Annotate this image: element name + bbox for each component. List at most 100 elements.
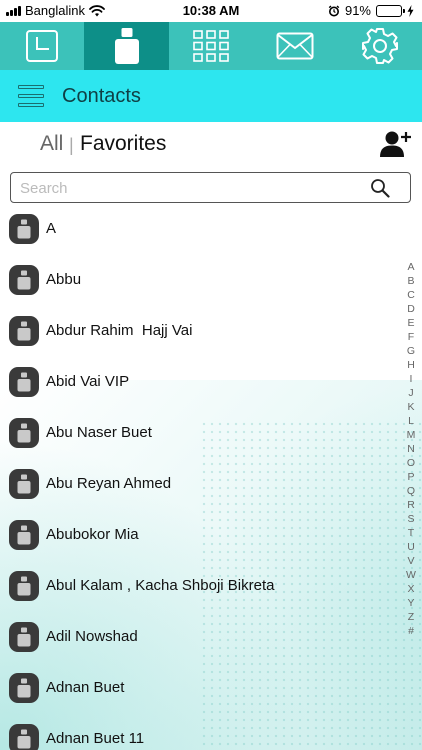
- avatar: [9, 723, 39, 750]
- contact-avatar-icon: [17, 627, 31, 646]
- contact-name: Abu Naser Buet: [46, 424, 152, 441]
- filter-favorites[interactable]: Favorites: [80, 132, 166, 156]
- contact-row[interactable]: Adnan Buet 11: [0, 713, 405, 750]
- alphabet-letter[interactable]: N: [407, 442, 415, 456]
- contact-row[interactable]: Abid Vai VIP: [0, 356, 405, 407]
- charging-icon: [407, 4, 414, 17]
- alphabet-letter[interactable]: S: [407, 512, 414, 526]
- search-input[interactable]: [20, 177, 360, 199]
- contact-row[interactable]: Abbu: [0, 254, 405, 305]
- battery-icon: [376, 4, 405, 17]
- envelope-icon: [276, 32, 314, 60]
- add-contact-icon[interactable]: [380, 130, 412, 158]
- contact-avatar-icon: [17, 219, 31, 238]
- contact-name: Abul Kalam , Kacha Shboji Bikreta: [46, 577, 275, 594]
- contact-row[interactable]: Adnan Buet: [0, 662, 405, 713]
- alphabet-letter[interactable]: Y: [407, 596, 414, 610]
- battery-percent: 91%: [344, 3, 371, 18]
- contact-name: Abu Reyan Ahmed: [46, 475, 172, 492]
- filter-row: All | Favorites: [0, 122, 422, 168]
- avatar: [9, 366, 39, 397]
- avatar: [9, 621, 39, 652]
- alphabet-letter[interactable]: U: [407, 540, 415, 554]
- alphabet-letter[interactable]: M: [407, 428, 416, 442]
- alarm-icon: [328, 4, 340, 16]
- contact-row[interactable]: Abdur Rahim Hajj Vai: [0, 305, 405, 356]
- contact-name: Adnan Buet: [46, 679, 125, 696]
- contact-phone-icon: [114, 28, 139, 64]
- tab-contacts[interactable]: [84, 22, 169, 70]
- alphabet-letter[interactable]: X: [407, 582, 414, 596]
- tab-recents[interactable]: [0, 22, 84, 70]
- contact-row[interactable]: A: [0, 203, 405, 254]
- filter-all[interactable]: All: [40, 132, 63, 156]
- contact-row[interactable]: Abu Reyan Ahmed: [0, 458, 405, 509]
- contact-row[interactable]: Adil Nowshad: [0, 611, 405, 662]
- alphabet-letter[interactable]: D: [407, 302, 415, 316]
- alphabet-letter[interactable]: B: [407, 274, 414, 288]
- alphabet-letter[interactable]: H: [407, 358, 415, 372]
- header: Contacts: [0, 70, 422, 122]
- alphabet-letter[interactable]: A: [407, 260, 414, 274]
- contact-avatar-icon: [17, 474, 31, 493]
- alphabet-letter[interactable]: G: [407, 344, 415, 358]
- tab-settings[interactable]: [338, 22, 422, 70]
- alphabet-index[interactable]: A B C D E F G H I J K L M N O P Q R S T U V W X Y Z #: [402, 260, 420, 638]
- status-bar: Banglalink 10:38 AM 91%: [0, 0, 422, 22]
- alphabet-letter[interactable]: K: [407, 400, 414, 414]
- avatar: [9, 213, 39, 244]
- clock-icon: [26, 30, 59, 62]
- contact-name: A: [46, 220, 57, 237]
- alphabet-letter[interactable]: E: [407, 316, 414, 330]
- alphabet-letter[interactable]: J: [408, 386, 413, 400]
- alphabet-letter[interactable]: Z: [408, 610, 414, 624]
- contact-name: Abid Vai VIP: [46, 373, 130, 390]
- alphabet-letter[interactable]: F: [408, 330, 414, 344]
- contact-name: Adnan Buet 11: [46, 730, 145, 747]
- contact-avatar-icon: [17, 729, 31, 748]
- alphabet-letter[interactable]: Q: [407, 484, 415, 498]
- contact-avatar-icon: [17, 525, 31, 544]
- alphabet-letter[interactable]: P: [407, 470, 414, 484]
- contact-row[interactable]: Abul Kalam , Kacha Shboji Bikreta: [0, 560, 405, 611]
- contact-avatar-icon: [17, 372, 31, 391]
- avatar: [9, 264, 39, 295]
- tab-bar: [0, 22, 422, 70]
- avatar: [9, 570, 39, 601]
- avatar: [9, 417, 39, 448]
- menu-icon[interactable]: [18, 85, 44, 107]
- alphabet-letter[interactable]: R: [407, 498, 415, 512]
- alphabet-letter[interactable]: V: [407, 554, 414, 568]
- avatar: [9, 315, 39, 346]
- avatar: [9, 672, 39, 703]
- alphabet-letter[interactable]: W: [406, 568, 416, 582]
- page-title: Contacts: [62, 84, 141, 107]
- contact-name: Adil Nowshad: [46, 628, 138, 645]
- alphabet-letter[interactable]: I: [410, 372, 413, 386]
- contact-avatar-icon: [17, 678, 31, 697]
- alphabet-letter[interactable]: T: [408, 526, 414, 540]
- search-box: [10, 172, 411, 203]
- contact-avatar-icon: [17, 576, 31, 595]
- contact-row[interactable]: Abubokor Mia: [0, 509, 405, 560]
- contact-name: Abbu: [46, 271, 82, 288]
- alphabet-letter[interactable]: C: [407, 288, 415, 302]
- contact-list: A Abbu Abdur Rahim Hajj Vai Abid Vai VIP Abu…: [0, 203, 405, 750]
- alphabet-letter[interactable]: L: [408, 414, 414, 428]
- contact-name: Abubokor Mia: [46, 526, 139, 543]
- gear-icon: [361, 28, 398, 64]
- status-right: 91%: [328, 3, 414, 18]
- contact-avatar-icon: [17, 321, 31, 340]
- avatar: [9, 468, 39, 499]
- alphabet-letter[interactable]: #: [408, 624, 414, 638]
- contact-row[interactable]: Abu Naser Buet: [0, 407, 405, 458]
- dialpad-icon: [193, 30, 229, 62]
- avatar: [9, 519, 39, 550]
- contact-avatar-icon: [17, 270, 31, 289]
- tab-dialpad[interactable]: [169, 22, 253, 70]
- alphabet-letter[interactable]: O: [407, 456, 415, 470]
- tab-messages[interactable]: [253, 22, 337, 70]
- contact-name: Abdur Rahim Hajj Vai: [46, 322, 193, 339]
- filter-separator: |: [69, 135, 74, 155]
- search-icon[interactable]: [370, 178, 390, 198]
